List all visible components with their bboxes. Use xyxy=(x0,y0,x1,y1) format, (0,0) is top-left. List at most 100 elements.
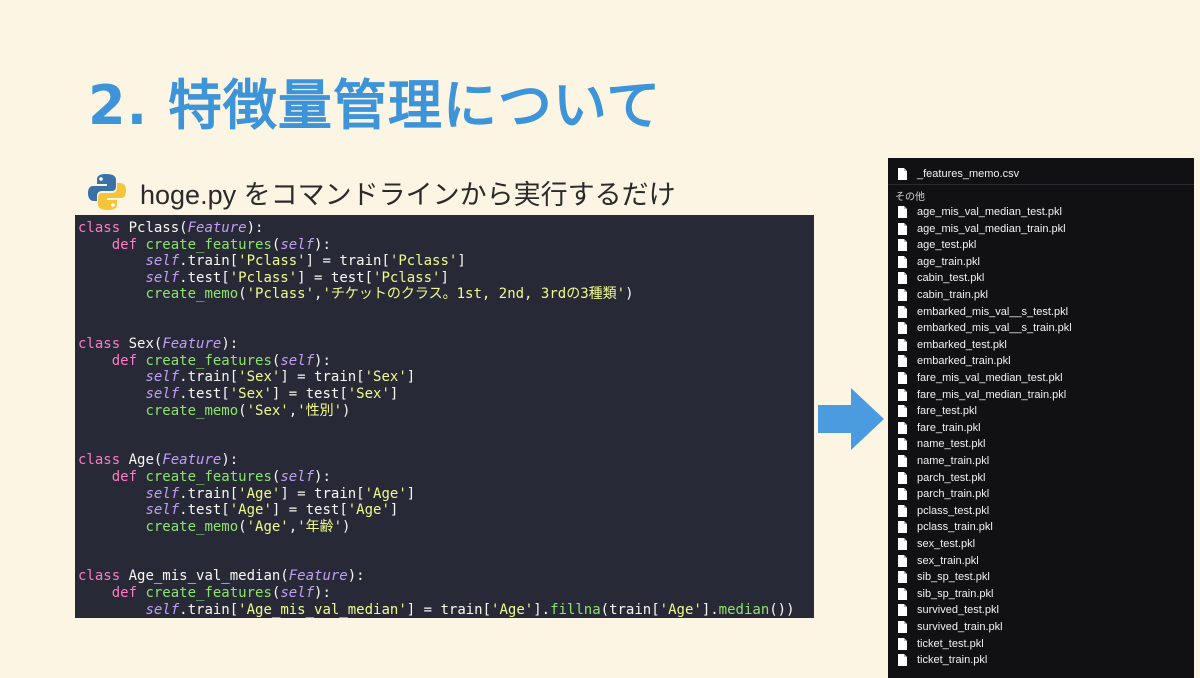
file-name: name_test.pkl xyxy=(917,438,986,451)
code-token: , xyxy=(288,518,298,535)
code-token: create_memo xyxy=(145,286,239,303)
code-line: class Pclass(Feature): xyxy=(78,220,814,237)
file-item[interactable]: sib_sp_test.pkl xyxy=(898,569,990,585)
code-line: self.test['Sex'] = test['Sex'] xyxy=(78,386,814,403)
file-item[interactable]: name_train.pkl xyxy=(898,453,989,469)
code-line: self.train['Age_mis_val_median'] = train… xyxy=(78,602,814,618)
file-item[interactable]: parch_train.pkl xyxy=(898,486,989,502)
file-name: fare_test.pkl xyxy=(917,405,977,418)
code-token: 'Age' xyxy=(364,485,407,502)
code-token: class xyxy=(78,568,121,585)
python-logo-icon xyxy=(88,174,126,210)
code-token: self xyxy=(145,502,180,519)
code-token: .test[ xyxy=(179,385,230,402)
file-item[interactable]: fare_mis_val_median_test.pkl xyxy=(898,370,1063,386)
code-token: def xyxy=(111,585,138,602)
code-token: ] xyxy=(440,269,449,286)
code-token: self xyxy=(145,485,180,502)
code-token: self xyxy=(145,253,180,270)
document-icon xyxy=(898,338,907,351)
document-icon xyxy=(898,604,907,617)
file-name: fare_train.pkl xyxy=(917,421,981,434)
file-item[interactable]: age_train.pkl xyxy=(898,254,980,270)
code-token: ] = test[ xyxy=(271,502,348,519)
code-token: Pclass( xyxy=(120,220,188,236)
file-item[interactable]: parch_test.pkl xyxy=(898,470,985,486)
file-name: sex_test.pkl xyxy=(917,538,976,550)
file-item[interactable]: name_test.pkl xyxy=(898,436,985,452)
code-token: ): xyxy=(314,585,331,602)
group-header: その他 xyxy=(895,192,925,203)
file-item[interactable]: cabin_test.pkl xyxy=(898,270,984,286)
code-token: ): xyxy=(221,452,239,469)
file-item[interactable]: fare_train.pkl xyxy=(898,420,981,436)
file-name: embarked_test.pkl xyxy=(917,338,1007,351)
file-name: embarked_mis_val__s_train.pkl xyxy=(917,322,1072,335)
file-item[interactable]: pclass_train.pkl xyxy=(898,519,993,535)
code-token: self xyxy=(145,269,180,286)
file-name: _features_memo.csv xyxy=(917,168,1020,180)
file-name: pclass_test.pkl xyxy=(917,504,990,517)
document-icon xyxy=(898,322,907,335)
file-name: age_test.pkl xyxy=(917,239,977,252)
code-token: 'Age' xyxy=(347,502,390,519)
file-name: name_train.pkl xyxy=(917,455,990,467)
code-token: create_features xyxy=(145,585,272,602)
code-token: Sex( xyxy=(120,336,163,353)
file-name: parch_train.pkl xyxy=(917,488,990,501)
code-token: ] = test[ xyxy=(297,269,374,286)
file-item-features-memo[interactable]: _features_memo.csv xyxy=(898,166,1019,182)
code-token: 'Sex' xyxy=(229,385,272,402)
code-token: .test[ xyxy=(179,269,230,286)
code-token: self xyxy=(280,352,315,369)
file-item[interactable]: embarked_test.pkl xyxy=(898,337,1007,353)
right-arrow-icon xyxy=(818,388,884,450)
code-token: ] xyxy=(406,369,416,386)
file-item[interactable]: age_mis_val_median_train.pkl xyxy=(898,221,1066,237)
code-token: ): xyxy=(314,236,331,253)
code-token: ] xyxy=(389,385,399,402)
document-icon xyxy=(898,587,907,600)
document-icon xyxy=(898,305,907,318)
code-token: '性別' xyxy=(297,402,343,419)
file-item[interactable]: embarked_train.pkl xyxy=(898,353,1011,369)
file-item[interactable]: survived_test.pkl xyxy=(898,602,999,618)
code-token: def xyxy=(111,468,138,485)
code-token: .train[ xyxy=(179,601,239,618)
code-token: create_features xyxy=(145,236,272,253)
file-name: parch_test.pkl xyxy=(917,471,986,484)
code-token: 'Age' xyxy=(229,502,272,519)
file-item[interactable]: fare_test.pkl xyxy=(898,403,977,419)
file-item[interactable]: age_test.pkl xyxy=(898,237,976,253)
code-token: Age_mis_val_median( xyxy=(120,568,289,585)
code-token: ] = test[ xyxy=(271,385,348,402)
file-item[interactable]: ticket_train.pkl xyxy=(898,652,987,668)
file-item[interactable]: fare_mis_val_median_train.pkl xyxy=(898,387,1066,403)
code-token: self xyxy=(280,468,315,485)
file-item[interactable]: cabin_train.pkl xyxy=(898,287,988,303)
code-line: def create_features(self): xyxy=(78,237,814,254)
document-icon xyxy=(898,372,907,384)
file-item[interactable]: embarked_mis_val__s_train.pkl xyxy=(898,320,1072,336)
code-token: 'Pclass' xyxy=(373,269,441,286)
file-name: ticket_test.pkl xyxy=(917,637,984,650)
file-item[interactable]: ticket_test.pkl xyxy=(898,636,984,652)
document-icon xyxy=(898,355,907,368)
file-name: cabin_test.pkl xyxy=(917,272,985,285)
file-item[interactable]: survived_train.pkl xyxy=(898,619,1003,635)
file-item[interactable]: embarked_mis_val__s_test.pkl xyxy=(898,304,1068,320)
document-icon xyxy=(898,488,907,501)
document-icon xyxy=(898,637,907,650)
file-item[interactable]: sex_train.pkl xyxy=(898,553,979,569)
document-icon xyxy=(898,255,907,268)
file-item[interactable]: pclass_test.pkl xyxy=(898,503,989,519)
file-item[interactable]: sib_sp_train.pkl xyxy=(898,586,993,602)
code-line: class Age_mis_val_median(Feature): xyxy=(78,568,814,585)
code-line: create_memo('Age','年齢') xyxy=(78,519,814,536)
file-item[interactable]: age_mis_val_median_test.pkl xyxy=(898,204,1062,220)
file-item[interactable]: sex_test.pkl xyxy=(898,536,975,552)
